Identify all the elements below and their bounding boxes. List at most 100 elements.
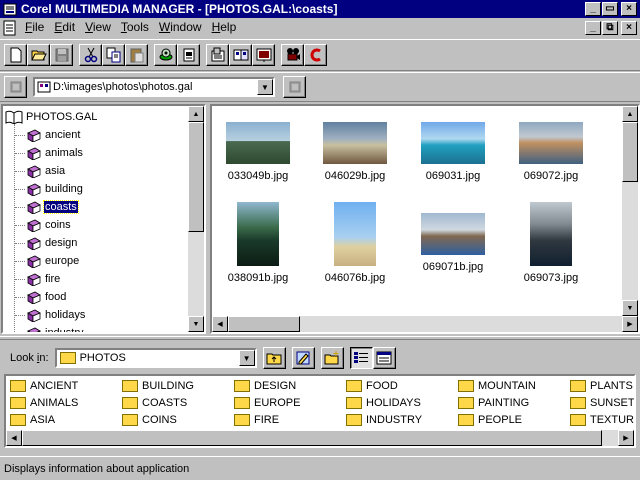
thumbnail-item[interactable]: 069071b.jpg: [407, 202, 499, 273]
thumb-scroll-up[interactable]: ▲: [622, 106, 638, 122]
document-icon[interactable]: [2, 20, 18, 36]
scan-icon[interactable]: [154, 44, 177, 66]
save-icon[interactable]: [50, 44, 73, 66]
tree-item-8[interactable]: fire: [27, 271, 61, 287]
folder-item[interactable]: PEOPLE: [458, 412, 522, 428]
thumbnail-item[interactable]: 046076b.jpg: [309, 202, 401, 284]
folder-label: TEXTURI: [590, 414, 636, 426]
folder-item[interactable]: COINS: [122, 412, 177, 428]
thumbnail-item[interactable]: 046029b.jpg: [309, 122, 401, 182]
child-restore-button[interactable]: ⧉: [602, 20, 618, 35]
folder-item[interactable]: ASIA: [10, 412, 55, 428]
tree-item-0[interactable]: ancient: [27, 127, 81, 143]
menu-tools[interactable]: Tools: [116, 19, 154, 36]
tree-item-2[interactable]: asia: [27, 163, 66, 179]
compare-icon[interactable]: [229, 44, 252, 66]
folder-list: ANCIENT ANIMALS ASIA BUILDING COASTS COINS DES…: [4, 374, 636, 448]
thumb-scroll-right[interactable]: ▶: [622, 316, 638, 332]
tree-item-5[interactable]: coins: [27, 217, 72, 233]
thumbnail-item[interactable]: 069073.jpg: [505, 202, 597, 284]
folder-scroll-left[interactable]: ◀: [6, 430, 22, 446]
go-icon[interactable]: [283, 76, 306, 98]
folder-item[interactable]: ANIMALS: [10, 395, 78, 411]
open-icon[interactable]: [27, 44, 50, 66]
thumb-hscroll-track[interactable]: [300, 316, 622, 332]
folder-item[interactable]: MOUNTAIN: [458, 378, 536, 394]
up-folder-icon[interactable]: [262, 347, 286, 369]
tree-item-6[interactable]: design: [27, 235, 78, 251]
tree-item-9[interactable]: food: [27, 289, 67, 305]
folder-item[interactable]: DESIGN: [234, 378, 296, 394]
properties-icon[interactable]: [206, 44, 229, 66]
cut-icon[interactable]: [79, 44, 102, 66]
tree-item-7[interactable]: europe: [27, 253, 80, 269]
thumbnail-item[interactable]: 038091b.jpg: [212, 202, 304, 284]
folder-item[interactable]: PAINTING: [458, 395, 529, 411]
list-view-icon[interactable]: [349, 347, 373, 369]
menu-help[interactable]: Help: [207, 19, 242, 36]
folder-label: MOUNTAIN: [478, 380, 536, 392]
app-icon[interactable]: [2, 1, 18, 17]
thumbnail-item[interactable]: 033049b.jpg: [212, 122, 304, 182]
menu-file[interactable]: File: [20, 19, 49, 36]
folder-item[interactable]: PLANTS: [570, 378, 633, 394]
child-minimize-button[interactable]: _: [585, 20, 601, 35]
minimize-button[interactable]: _: [585, 2, 601, 16]
tree-item-10[interactable]: holidays: [27, 307, 86, 323]
tree-scroll-thumb[interactable]: [188, 122, 204, 232]
corel-icon[interactable]: [304, 44, 327, 66]
tree-vertical-scrollbar[interactable]: ▲ ▼: [188, 106, 204, 332]
close-button[interactable]: ×: [621, 2, 637, 16]
look-in-combo[interactable]: PHOTOS ▼: [54, 348, 257, 368]
menu-window[interactable]: Window: [154, 19, 207, 36]
tree-item-11[interactable]: industry: [27, 325, 85, 332]
details-view-icon[interactable]: [372, 347, 396, 369]
thumbnail-caption: 033049b.jpg: [227, 170, 289, 182]
menu-edit[interactable]: Edit: [49, 19, 80, 36]
back-icon[interactable]: [4, 76, 27, 98]
thumb-scroll-down[interactable]: ▼: [622, 300, 638, 316]
folder-item[interactable]: BUILDING: [122, 378, 194, 394]
tree-item-4[interactable]: coasts: [27, 199, 79, 215]
folder-item[interactable]: EUROPE: [234, 395, 300, 411]
folder-item[interactable]: FOOD: [346, 378, 398, 394]
path-combo[interactable]: D:\images\photos\photos.gal ▼: [33, 77, 275, 97]
menu-view[interactable]: View: [80, 19, 116, 36]
tree-item-3[interactable]: building: [27, 181, 84, 197]
projector-icon[interactable]: [281, 44, 304, 66]
thumbnail-item[interactable]: 069072.jpg: [505, 122, 597, 182]
thumb-vertical-scrollbar[interactable]: ▲ ▼: [622, 106, 638, 316]
folder-item[interactable]: ANCIENT: [10, 378, 78, 394]
folder-hscroll-track[interactable]: [602, 430, 618, 446]
paste-icon[interactable]: [125, 44, 148, 66]
import-icon[interactable]: [177, 44, 200, 66]
thumb-scroll-left[interactable]: ◀: [212, 316, 228, 332]
thumb-vscroll-thumb[interactable]: [622, 122, 638, 182]
copy-icon[interactable]: [102, 44, 125, 66]
pane-splitter[interactable]: [0, 336, 640, 340]
tree-scroll-up[interactable]: ▲: [188, 106, 204, 122]
folder-item[interactable]: HOLIDAYS: [346, 395, 421, 411]
favorites-icon[interactable]: [291, 347, 315, 369]
thumb-hscroll-thumb[interactable]: [228, 316, 300, 332]
path-dropdown-arrow[interactable]: ▼: [257, 79, 273, 95]
folder-item[interactable]: SUNSETS: [570, 395, 634, 411]
thumbnail-item[interactable]: 069031.jpg: [407, 122, 499, 182]
maximize-button[interactable]: ▭: [602, 2, 618, 16]
folder-item[interactable]: TEXTURI: [570, 412, 636, 428]
new-icon[interactable]: [4, 44, 27, 66]
folder-horizontal-scrollbar[interactable]: ◀ ▶: [6, 430, 634, 446]
tree-scroll-down[interactable]: ▼: [188, 316, 204, 332]
folder-item[interactable]: FIRE: [234, 412, 279, 428]
tree-root[interactable]: PHOTOS.GAL: [5, 109, 97, 125]
thumb-horizontal-scrollbar[interactable]: ◀ ▶: [212, 316, 638, 332]
slideshow-icon[interactable]: [252, 44, 275, 66]
folder-hscroll-thumb[interactable]: [22, 430, 602, 446]
folder-scroll-right[interactable]: ▶: [618, 430, 634, 446]
tree-item-1[interactable]: animals: [27, 145, 84, 161]
child-close-button[interactable]: ×: [621, 20, 637, 35]
new-folder-icon[interactable]: [320, 347, 344, 369]
look-in-dropdown-arrow[interactable]: ▼: [238, 350, 255, 366]
folder-item[interactable]: COASTS: [122, 395, 187, 411]
folder-item[interactable]: INDUSTRY: [346, 412, 422, 428]
